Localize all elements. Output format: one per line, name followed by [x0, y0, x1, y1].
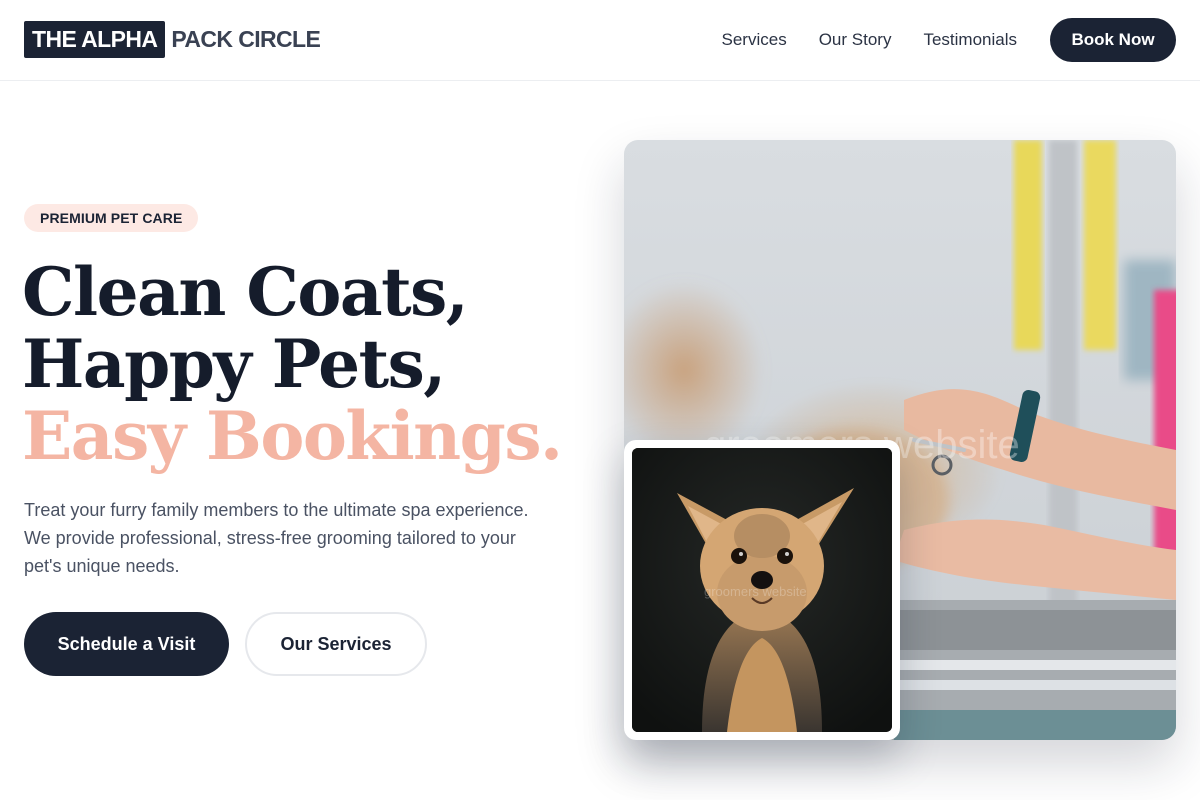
- nav-link-our-story[interactable]: Our Story: [819, 30, 892, 50]
- site-header: THE ALPHA PACK CIRCLE Services Our Story…: [0, 0, 1200, 81]
- hero-description: Treat your furry family members to the u…: [24, 500, 529, 576]
- nav-link-testimonials[interactable]: Testimonials: [923, 30, 1017, 50]
- book-now-button[interactable]: Book Now: [1050, 18, 1176, 62]
- premium-badge: PREMIUM PET CARE: [24, 204, 199, 232]
- terrier-photo: groomers website: [632, 448, 892, 732]
- headline-line-1: Clean Coats,: [22, 253, 469, 331]
- logo-rest-text: PACK CIRCLE: [171, 26, 321, 52]
- main-nav: Services Our Story Testimonials Book Now: [722, 18, 1176, 62]
- logo-box-text: THE ALPHA: [24, 21, 166, 58]
- schedule-visit-button[interactable]: Schedule a Visit: [24, 612, 229, 676]
- our-services-button[interactable]: Our Services: [245, 612, 427, 676]
- nav-link-services[interactable]: Services: [722, 30, 787, 50]
- hero-headline: Clean Coats, Happy Pets, Easy Bookings.: [22, 253, 563, 475]
- headline-line-2: Happy Pets,: [22, 325, 446, 403]
- terrier-inset-card: groomers website: [624, 440, 900, 740]
- brand-logo[interactable]: THE ALPHA PACK CIRCLE: [24, 21, 321, 58]
- headline-line-3: Easy Bookings.: [22, 397, 563, 475]
- inset-photo-watermark: groomers website: [704, 584, 807, 599]
